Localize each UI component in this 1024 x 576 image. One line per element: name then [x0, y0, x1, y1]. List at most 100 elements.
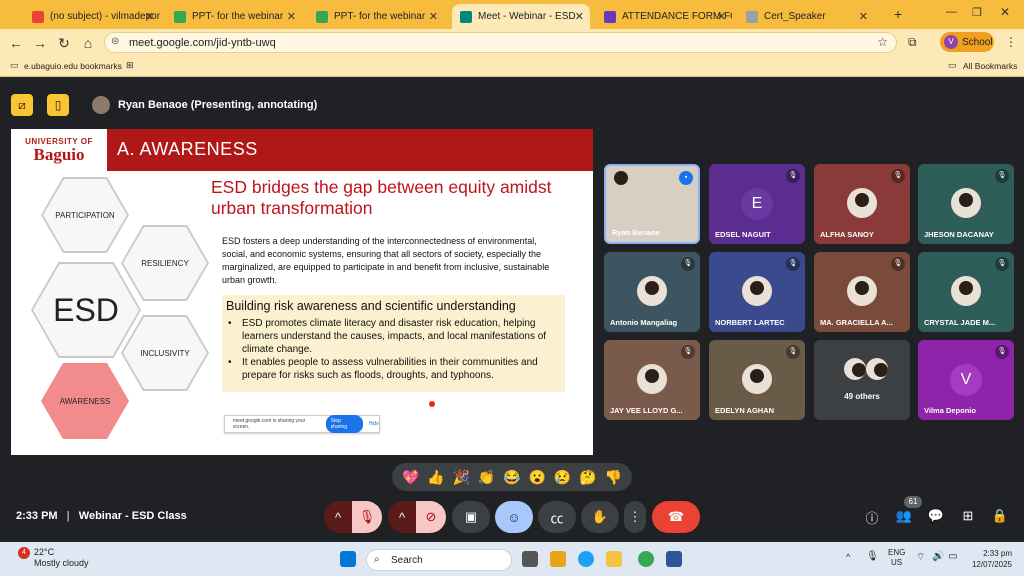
- minimize-button[interactable]: —: [946, 6, 957, 18]
- extensions-icon[interactable]: ⧉: [908, 35, 917, 50]
- more-options-icon[interactable]: ⋮: [624, 501, 646, 533]
- captions-icon[interactable]: ㏄: [538, 501, 576, 533]
- people-icon[interactable]: 👥: [894, 508, 914, 526]
- participant-tile[interactable]: 🎙 JAY VEE LLOYD G...: [604, 340, 700, 420]
- participant-tile[interactable]: 🎙 JHESON DACANAY: [918, 164, 1014, 244]
- tab-close-icon[interactable]: ✕: [145, 10, 154, 23]
- meeting-details-icon[interactable]: ⓘ: [862, 508, 882, 526]
- browser-tab[interactable]: (no subject) - vilmadeponi ✕: [24, 4, 160, 29]
- participant-tile[interactable]: 🎙 Antonio Mangaliag: [604, 252, 700, 332]
- start-icon[interactable]: [340, 551, 356, 567]
- weather-widget[interactable]: 22°C Mostly cloudy: [14, 547, 89, 569]
- reaction-emoji[interactable]: 👎: [605, 469, 622, 486]
- share-text: meet.google.com is sharing your screen.: [233, 418, 306, 430]
- taskbar-clock[interactable]: 2:33 pm 12/07/2025: [966, 548, 1012, 570]
- meeting-name: Webinar - ESD Class: [78, 510, 187, 522]
- home-icon[interactable]: ⌂: [80, 35, 96, 51]
- participant-tile[interactable]: 🎙 NORBERT LARTEC: [709, 252, 805, 332]
- reaction-emoji[interactable]: 🤔: [579, 469, 596, 486]
- presentation-toggle-icon[interactable]: ⧄: [11, 94, 33, 116]
- address-bar[interactable]: ⊜ meet.google.com/jid-yntb-uwq ☆: [104, 32, 897, 53]
- participant-tile[interactable]: 🎙 MA. GRACIELLA A...: [814, 252, 910, 332]
- participant-name: Vilma Deponio: [924, 406, 976, 415]
- slide-section-title: A. AWARENESS: [117, 139, 258, 159]
- highlight-box: Building risk awareness and scientific u…: [222, 295, 565, 392]
- volume-icon[interactable]: 🔊: [932, 551, 944, 562]
- tab-close-icon[interactable]: ✕: [287, 10, 296, 23]
- mic-options-button[interactable]: ^: [324, 501, 352, 533]
- present-screen-icon[interactable]: ▣: [452, 501, 490, 533]
- new-tab-button[interactable]: +: [894, 6, 902, 22]
- activities-icon[interactable]: ⊞: [958, 508, 978, 526]
- host-controls-icon[interactable]: 🔒: [990, 508, 1010, 526]
- tab-close-icon[interactable]: ✕: [717, 10, 726, 23]
- participant-tile[interactable]: 🎙 ALFHA SANOY: [814, 164, 910, 244]
- apps-icon[interactable]: ⊞: [126, 60, 134, 71]
- reaction-emoji[interactable]: 💖: [402, 469, 419, 486]
- participant-tile[interactable]: 🎙49 others: [814, 340, 910, 420]
- participant-tile[interactable]: V 🎙 Vilma Deponio: [918, 340, 1014, 420]
- forward-icon[interactable]: →: [32, 35, 48, 51]
- taskbar-search[interactable]: Search: [366, 549, 512, 571]
- leave-call-icon[interactable]: ☎: [652, 501, 700, 533]
- reaction-emoji[interactable]: 😂: [503, 469, 520, 486]
- tray-chevron-icon[interactable]: ^: [846, 552, 850, 562]
- bookmark-folder[interactable]: e.ubaguio.edu bookmarks: [24, 61, 122, 71]
- tab-close-icon[interactable]: ✕: [859, 10, 868, 23]
- browser-tab[interactable]: ATTENDANCE FORM FOR✕: [596, 4, 732, 29]
- exit-fullscreen-icon[interactable]: ▯: [47, 94, 69, 116]
- language-indicator[interactable]: ENG US: [888, 548, 905, 568]
- task-view-icon[interactable]: [522, 551, 538, 567]
- hide-button[interactable]: Hide: [369, 421, 379, 427]
- browser-tab[interactable]: PPT- for the webinar ✕: [166, 4, 302, 29]
- tab-close-icon[interactable]: ✕: [429, 10, 438, 23]
- wifi-icon[interactable]: ⌔: [916, 551, 925, 564]
- word-icon[interactable]: [666, 551, 682, 567]
- participant-tile[interactable]: 🎙 EDELYN AGHAN: [709, 340, 805, 420]
- participant-photo: [847, 188, 877, 218]
- menu-icon[interactable]: ⋮: [1005, 35, 1017, 49]
- camera-options-button[interactable]: ^: [388, 501, 416, 533]
- bookmarks-bar: ▭ e.ubaguio.edu bookmarks ⊞ ▭ All Bookma…: [0, 57, 1024, 77]
- browser-tab[interactable]: Meet - Webinar - ESD ✕: [452, 4, 590, 29]
- reaction-emoji[interactable]: 👍: [427, 469, 444, 486]
- reaction-emoji[interactable]: 🎉: [453, 469, 470, 486]
- participant-tile[interactable]: 🎙 CRYSTAL JADE M...: [918, 252, 1014, 332]
- stop-sharing-button[interactable]: Stop sharing: [325, 415, 363, 433]
- participant-photo: [866, 358, 888, 380]
- battery-icon[interactable]: ▭: [948, 551, 957, 562]
- reactions-icon[interactable]: ☺: [495, 501, 533, 533]
- profile-button[interactable]: V School: [940, 32, 994, 52]
- reaction-emoji[interactable]: 😢: [554, 469, 571, 486]
- presenter-avatar: [92, 96, 110, 114]
- browser-tab[interactable]: Cert_Speaker ✕: [738, 4, 874, 29]
- tab-title: PPT- for the webinar: [334, 11, 426, 22]
- edge-icon[interactable]: [578, 551, 594, 567]
- reaction-emoji[interactable]: 👏: [478, 469, 495, 486]
- reload-icon[interactable]: ↻: [56, 35, 72, 52]
- browser-tab[interactable]: PPT- for the webinar ✕: [308, 4, 444, 29]
- tray-mic-icon[interactable]: 🎙: [866, 551, 879, 562]
- close-window-button[interactable]: ✕: [1000, 5, 1010, 19]
- site-info-icon[interactable]: ⊜: [111, 36, 119, 47]
- raise-hand-icon[interactable]: ✋: [581, 501, 619, 533]
- chat-icon[interactable]: 💬: [926, 508, 946, 526]
- chrome-icon[interactable]: [638, 551, 654, 567]
- back-icon[interactable]: ←: [8, 35, 24, 51]
- tab-title: Cert_Speaker: [764, 11, 826, 22]
- restore-button[interactable]: ❐: [972, 6, 982, 19]
- file-explorer-icon[interactable]: [606, 551, 622, 567]
- participant-photo: [844, 358, 866, 380]
- reaction-emoji[interactable]: 😮: [529, 469, 546, 486]
- participant-tile[interactable]: E 🎙 EDSEL NAGUIT: [709, 164, 805, 244]
- screen-share-bar: meet.google.com is sharing your screen. …: [224, 415, 380, 433]
- participant-tile[interactable]: ▪ Ryan Benaoe: [604, 164, 700, 244]
- store-icon[interactable]: [550, 551, 566, 567]
- slide-paragraph: ESD fosters a deep understanding of the …: [222, 236, 550, 285]
- info-divider: |: [66, 510, 70, 522]
- participant-name: EDSEL NAGUIT: [715, 230, 771, 239]
- tab-close-icon[interactable]: ✕: [575, 10, 584, 23]
- all-bookmarks[interactable]: All Bookmarks: [963, 61, 1017, 71]
- bookmark-star-icon[interactable]: ☆: [877, 35, 888, 49]
- tab-favicon-icon: [460, 10, 472, 23]
